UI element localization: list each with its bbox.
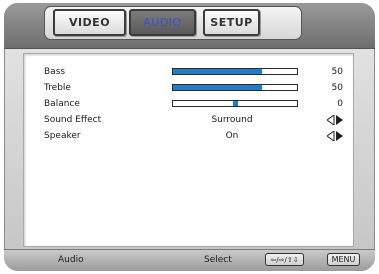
tab-video-label: VIDEO bbox=[68, 16, 111, 29]
setting-row-speaker[interactable]: Speaker On bbox=[24, 129, 355, 143]
bass-value: 50 bbox=[331, 67, 343, 77]
navigation-keys-hint: ⇦/⇨/⇧⇩ bbox=[265, 253, 304, 266]
tab-setup-label: SETUP bbox=[210, 16, 253, 29]
balance-slider[interactable] bbox=[172, 100, 298, 107]
setting-row-bass[interactable]: Bass 50 bbox=[24, 65, 355, 79]
balance-value: 0 bbox=[337, 99, 343, 109]
treble-label: Treble bbox=[44, 83, 71, 93]
tab-video[interactable]: VIDEO bbox=[53, 9, 126, 36]
balance-label: Balance bbox=[44, 99, 80, 109]
left-right-arrows-icon[interactable] bbox=[327, 115, 343, 125]
tab-audio-label: AUDIO bbox=[143, 16, 182, 29]
speaker-value: On bbox=[225, 131, 239, 141]
treble-slider-fill bbox=[173, 85, 262, 90]
page-name: Audio bbox=[58, 255, 84, 265]
setting-row-balance[interactable]: Balance 0 bbox=[24, 97, 355, 111]
treble-slider[interactable] bbox=[172, 84, 298, 91]
sound-effect-label: Sound Effect bbox=[44, 115, 102, 125]
sound-effect-value: Surround bbox=[211, 115, 253, 125]
menu-key-label: MENU bbox=[331, 255, 356, 264]
bass-slider[interactable] bbox=[172, 68, 298, 75]
audio-settings-panel: Bass 50 Treble 50 Balance 0 Sound Effect… bbox=[23, 53, 354, 247]
left-right-arrows-icon[interactable] bbox=[327, 131, 343, 141]
speaker-label: Speaker bbox=[44, 131, 81, 141]
setting-row-treble[interactable]: Treble 50 bbox=[24, 81, 355, 95]
balance-slider-marker bbox=[233, 101, 238, 106]
setting-row-sound-effect[interactable]: Sound Effect Surround bbox=[24, 113, 355, 127]
bass-label: Bass bbox=[44, 67, 66, 77]
menu-key-hint[interactable]: MENU bbox=[327, 253, 360, 266]
treble-value: 50 bbox=[331, 83, 343, 93]
select-hint: Select bbox=[204, 255, 232, 265]
bass-slider-fill bbox=[173, 69, 262, 74]
navigation-keys-label: ⇦/⇨/⇧⇩ bbox=[270, 255, 299, 264]
tab-setup[interactable]: SETUP bbox=[203, 9, 260, 36]
tab-audio[interactable]: AUDIO bbox=[129, 9, 196, 36]
